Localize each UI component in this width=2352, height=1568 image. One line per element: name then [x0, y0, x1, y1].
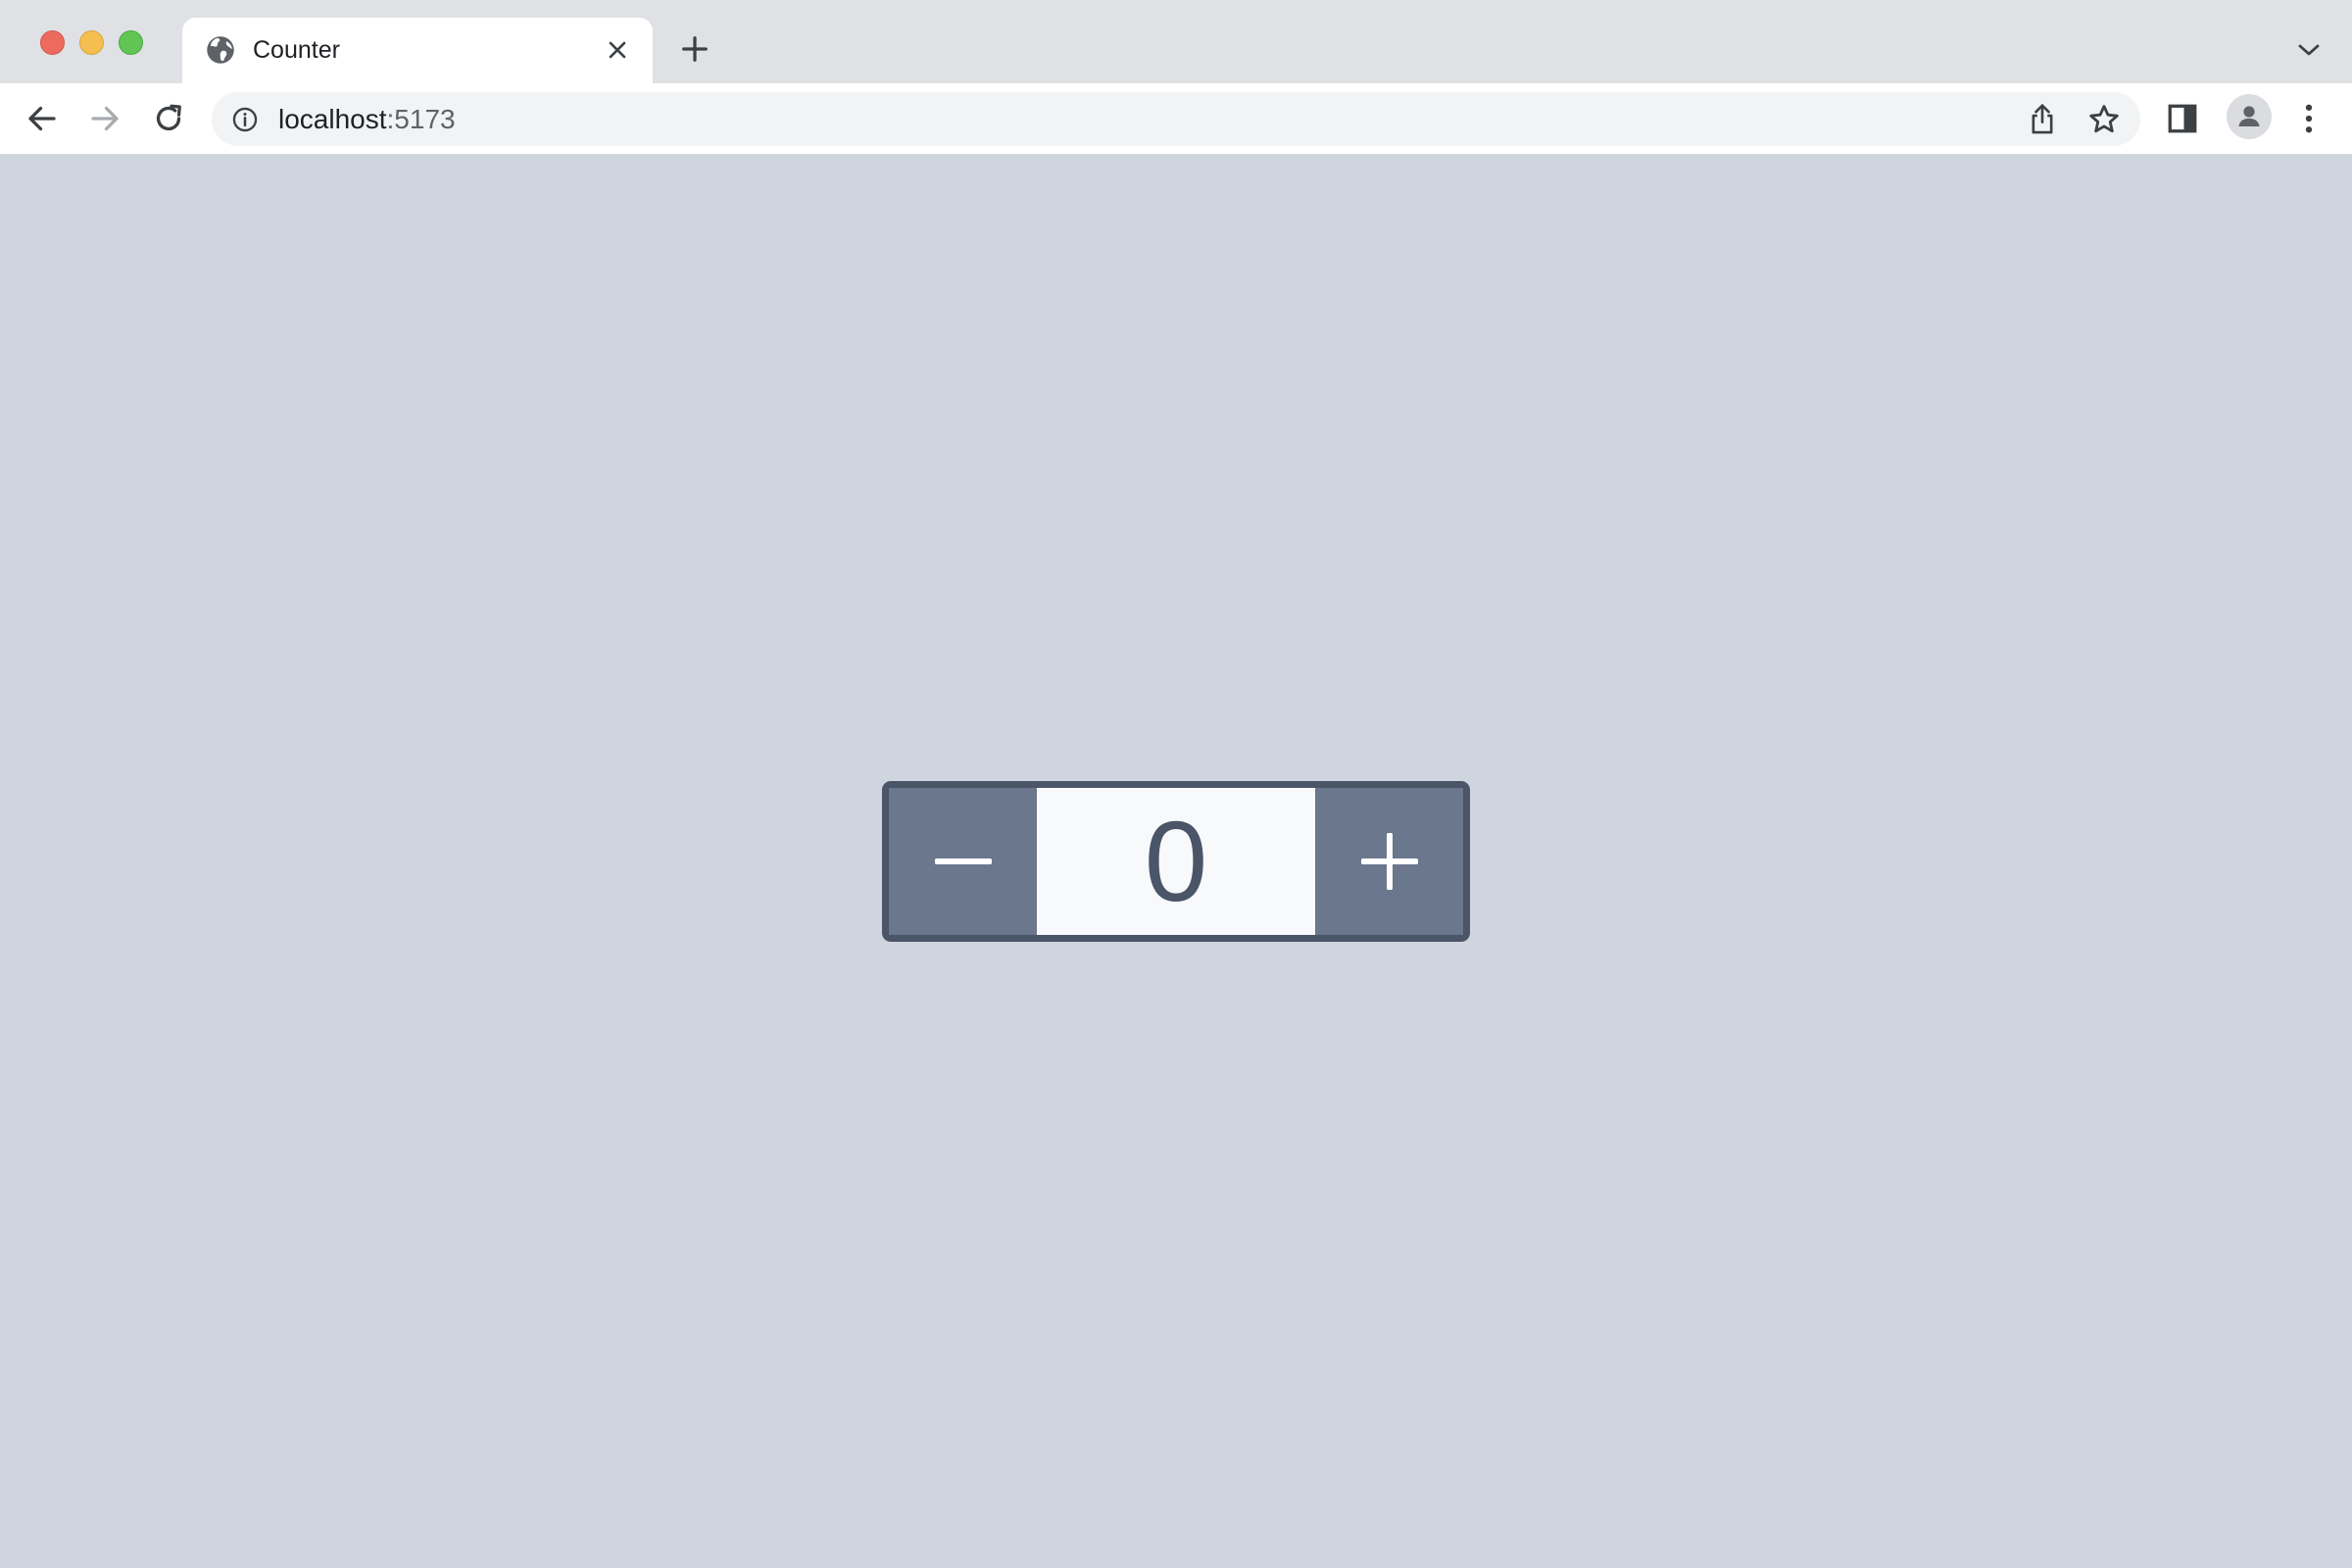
- globe-icon: [207, 36, 234, 64]
- tab-strip: Counter: [0, 0, 2352, 83]
- arrow-right-icon[interactable]: [87, 101, 122, 136]
- profile-button[interactable]: [2227, 94, 2272, 139]
- info-icon[interactable]: [231, 106, 259, 133]
- tab-counter[interactable]: Counter: [182, 18, 653, 83]
- profile-icon: [2238, 106, 2260, 126]
- address-bar[interactable]: localhost:5173: [212, 92, 2140, 146]
- url-text[interactable]: localhost:5173: [278, 105, 456, 134]
- reload-icon[interactable]: [151, 101, 186, 136]
- counter-value: 0: [1144, 798, 1208, 925]
- arrow-left-icon[interactable]: [24, 101, 60, 136]
- tab-title: Counter: [253, 36, 340, 64]
- plus-icon: [1360, 833, 1418, 890]
- kebab-menu-icon[interactable]: [2291, 101, 2327, 136]
- side-panel-icon[interactable]: [2165, 101, 2200, 136]
- increment-button[interactable]: [1315, 788, 1463, 935]
- close-window-button[interactable]: [40, 30, 65, 55]
- browser-toolbar: localhost:5173: [0, 83, 2352, 156]
- minus-icon: [934, 858, 992, 864]
- url-port: :5173: [386, 104, 456, 134]
- zoom-window-button[interactable]: [119, 30, 143, 55]
- close-icon[interactable]: [606, 38, 629, 62]
- browser-window: Counter localhost:5173 0: [0, 0, 2352, 1568]
- page-content: 0: [0, 156, 2352, 1568]
- new-tab-plus-icon[interactable]: [680, 34, 710, 64]
- url-host: localhost: [278, 104, 387, 134]
- chevron-down-icon[interactable]: [2296, 41, 2322, 59]
- star-icon[interactable]: [2087, 103, 2121, 136]
- minimize-window-button[interactable]: [79, 30, 104, 55]
- decrement-button[interactable]: [889, 788, 1037, 935]
- counter-widget: 0: [882, 781, 1470, 942]
- share-icon[interactable]: [2027, 103, 2058, 136]
